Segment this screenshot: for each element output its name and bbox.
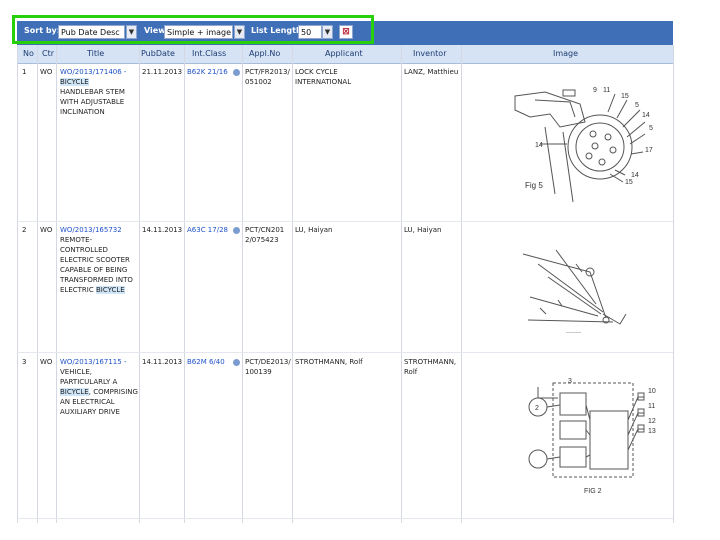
column-header-no[interactable]: No <box>23 49 34 58</box>
callout-label: 14 <box>631 172 639 179</box>
list-length-chevron-down-icon[interactable]: ▼ <box>322 25 333 39</box>
column-header-applno[interactable]: Appl.No <box>249 49 280 58</box>
column-divider <box>139 45 140 523</box>
inventor-name: STROTHMANN, Rolf <box>404 358 457 376</box>
sort-chevron-down-icon[interactable]: ▼ <box>126 25 137 39</box>
applicant-name: LOCK CYCLE INTERNATIONAL <box>295 68 352 86</box>
figure-caption: FIG 2 <box>584 488 602 495</box>
column-divider <box>461 45 462 523</box>
list-length-select[interactable]: 50 <box>298 25 322 39</box>
inventor-name: LU, Haiyan <box>404 226 442 234</box>
column-divider <box>673 45 674 523</box>
pub-date: 14.11.2013 <box>142 226 183 234</box>
view-select[interactable]: Simple + image <box>164 25 233 39</box>
figure-caption-icon: ——— <box>566 330 581 336</box>
patent-drawing-image[interactable]: 3 2 10 11 12 13 FIG 2 <box>518 375 668 500</box>
country-code: WO <box>40 358 53 366</box>
int-class-link[interactable]: A63C 17/28 <box>187 225 228 235</box>
column-divider <box>184 45 185 523</box>
patent-drawing-image[interactable]: ——— <box>518 242 636 336</box>
column-divider <box>56 45 57 523</box>
country-code: WO <box>40 68 53 76</box>
filter-icon[interactable]: ⊠ <box>339 25 353 39</box>
figure-caption: Fig 5 <box>525 181 543 190</box>
title-cell: WO/2013/165732 REMOTE-CONTROLLED ELECTRI… <box>60 225 138 295</box>
view-label: View <box>144 26 166 35</box>
column-header-pubdate[interactable]: PubDate <box>141 49 175 58</box>
title-cell: WO/2013/171406 - BICYCLE HANDLEBAR STEM … <box>60 67 138 117</box>
callout-label: 13 <box>648 428 656 435</box>
view-chevron-down-icon[interactable]: ▼ <box>234 25 245 39</box>
callout-label: 14 <box>642 112 650 119</box>
column-header-image[interactable]: Image <box>553 49 578 58</box>
patent-drawing-image[interactable]: 9 11 15 5 14 5 17 14 14 15 Fig 5 <box>505 82 655 210</box>
callout-label: 12 <box>648 418 656 425</box>
sort-label: Sort by: <box>24 26 60 35</box>
application-number: PCT/CN2012/075423 <box>245 226 285 244</box>
callout-label: 14 <box>535 142 543 149</box>
title-text: VEHICLE, PARTICULARLY A <box>60 368 118 386</box>
callout-label: 17 <box>645 147 653 154</box>
applicant-name: STROTHMANN, Rolf <box>295 358 363 366</box>
callout-label: 15 <box>625 179 633 186</box>
row-divider <box>17 352 673 353</box>
application-number: PCT/DE2013/100139 <box>245 358 291 376</box>
country-code: WO <box>40 226 53 234</box>
title-text: HANDLEBAR STEM WITH ADJUSTABLE INCLINATI… <box>60 88 125 116</box>
callout-label: 11 <box>603 87 610 94</box>
callout-label: 11 <box>648 403 655 410</box>
callout-label: 5 <box>635 102 639 109</box>
sort-select[interactable]: Pub Date Desc <box>58 25 125 39</box>
info-icon[interactable] <box>233 227 240 234</box>
application-number: PCT/FR2013/051002 <box>245 68 290 86</box>
column-header-applicant[interactable]: Applicant <box>325 49 363 58</box>
column-header-intclass[interactable]: Int.Class <box>192 49 226 58</box>
keyword-highlight: BICYCLE <box>95 286 125 294</box>
column-divider <box>292 45 293 523</box>
row-number: 1 <box>22 68 27 76</box>
results-toolbar: Sort by: Pub Date Desc ▼ View Simple + i… <box>17 21 673 45</box>
int-class-link[interactable]: B62M 6/40 <box>187 357 225 367</box>
list-length-label: List Length <box>251 26 302 35</box>
column-header-inventor[interactable]: Inventor <box>413 49 446 58</box>
patent-link[interactable]: WO/2013/171406 - <box>60 68 126 76</box>
row-number: 2 <box>22 226 27 234</box>
callout-label: 5 <box>649 125 653 132</box>
results-table-header: No Ctr Title PubDate Int.Class Appl.No A… <box>17 45 673 64</box>
patent-link[interactable]: WO/2013/167115 - <box>60 358 126 366</box>
pub-date: 21.11.2013 <box>142 68 183 76</box>
column-header-title[interactable]: Title <box>87 49 104 58</box>
column-divider <box>37 45 38 523</box>
column-divider <box>401 45 402 523</box>
row-divider <box>17 518 673 519</box>
keyword-highlight: BICYCLE <box>60 78 89 86</box>
info-icon[interactable] <box>233 69 240 76</box>
row-number: 3 <box>22 358 27 366</box>
info-icon[interactable] <box>233 359 240 366</box>
title-cell: WO/2013/167115 - VEHICLE, PARTICULARLY A… <box>60 357 138 417</box>
patent-link[interactable]: WO/2013/165732 <box>60 226 122 234</box>
applicant-name: LU, Haiyan <box>295 226 333 234</box>
column-divider <box>242 45 243 523</box>
inventor-name: LANZ, Matthieu <box>404 68 459 76</box>
row-divider <box>17 221 673 222</box>
column-header-ctr[interactable]: Ctr <box>42 49 54 58</box>
column-divider <box>17 45 18 523</box>
callout-label: 15 <box>621 93 629 100</box>
callout-label: 3 <box>568 378 572 385</box>
int-class-link[interactable]: B62K 21/16 <box>187 67 228 77</box>
keyword-highlight: BICYCLE <box>60 388 89 396</box>
callout-label: 2 <box>535 405 539 412</box>
callout-label: 10 <box>648 388 656 395</box>
pub-date: 14.11.2013 <box>142 358 183 366</box>
callout-label: 9 <box>593 87 597 94</box>
